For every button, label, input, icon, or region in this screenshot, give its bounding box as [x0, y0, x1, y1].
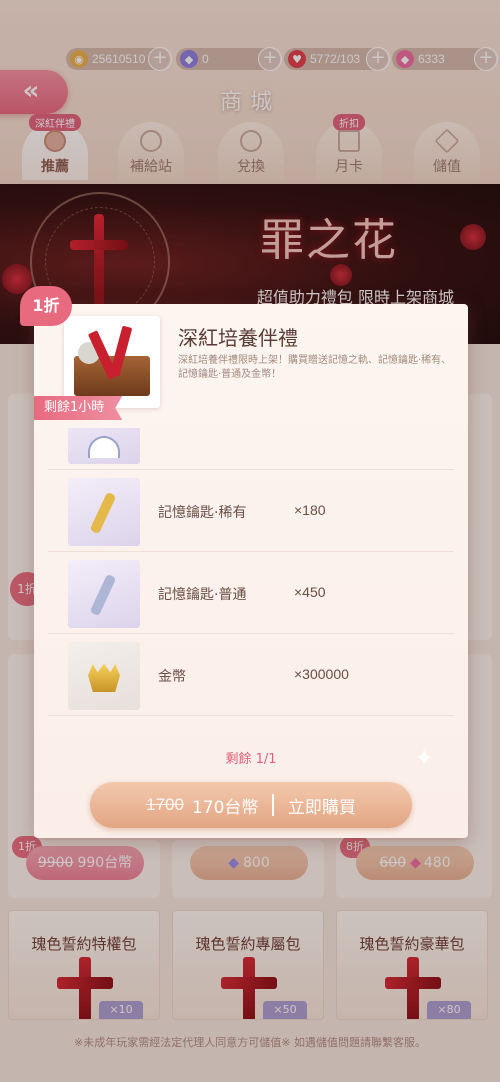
old-price: 1700	[146, 795, 184, 814]
crown-coin-shape	[88, 664, 120, 692]
new-price: 170台幣	[191, 797, 259, 818]
divider	[272, 794, 274, 816]
buy-label: 立即購買	[287, 797, 356, 818]
clock-face	[88, 436, 120, 458]
item-name: 記憶鑰匙·普通	[158, 587, 247, 603]
list-item: 記憶鑰匙·稀有 ×180	[48, 470, 454, 552]
dialog-title: 深紅培養伴禮	[178, 326, 298, 350]
key-shape	[89, 491, 117, 535]
item-name: 金幣	[158, 669, 186, 685]
gold-key-icon	[68, 478, 140, 546]
item-quantity: ×180	[294, 502, 326, 518]
item-quantity: ×450	[294, 584, 326, 600]
reward-list[interactable]: 記憶鑰匙·稀有 ×180 記憶鑰匙·普通 ×450 金幣 ×300000	[48, 428, 454, 718]
clock-icon	[68, 428, 140, 464]
gold-coin-icon	[68, 642, 140, 710]
modal-discount-badge: 1折	[20, 286, 72, 326]
silver-key-icon	[68, 560, 140, 628]
dialog-description: 深紅培養伴禮限時上架！購買贈送記憶之軌、記憶鑰匙·稀有、記憶鑰匙·普通及金幣！	[178, 355, 452, 380]
gift-pack-dialog: 剩餘1小時 深紅培養伴禮 深紅培養伴禮限時上架！購買贈送記憶之軌、記憶鑰匙·稀有…	[34, 304, 468, 838]
list-item: 金幣 ×300000	[48, 634, 454, 716]
list-item: 記憶鑰匙·普通 ×450	[48, 552, 454, 634]
remaining-count: 剩餘 1/1	[225, 752, 277, 767]
buy-now-button[interactable]: 1700 170台幣 立即購買	[90, 782, 412, 828]
key-shape	[89, 573, 117, 617]
list-item	[48, 428, 454, 470]
item-quantity: ×300000	[294, 666, 349, 682]
time-remaining-tag: 剩餘1小時	[34, 396, 123, 420]
item-name: 記憶鑰匙·稀有	[158, 505, 247, 521]
gift-pack-image	[64, 316, 160, 408]
